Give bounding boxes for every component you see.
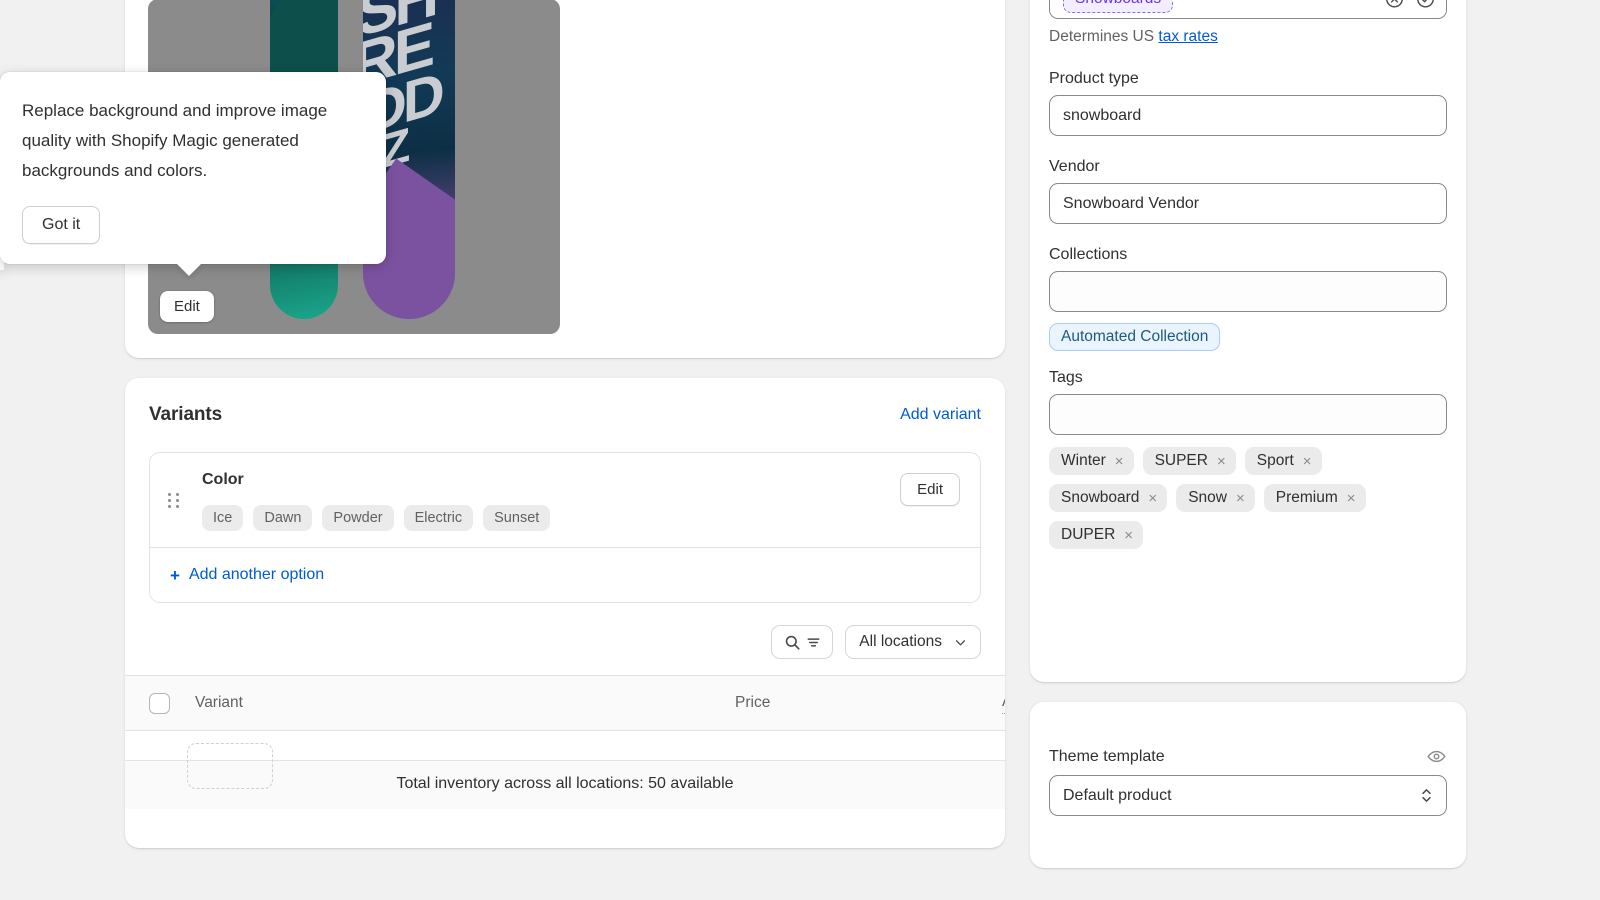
add-another-option-label: Add another option [188, 566, 325, 583]
variants-toolbar: All locations [125, 603, 1005, 675]
select-all-checkbox[interactable] [149, 692, 170, 714]
remove-tag-icon[interactable]: × [1217, 454, 1226, 469]
plus-icon: + [170, 565, 180, 585]
tag-chip[interactable]: Premium × [1263, 484, 1366, 512]
table-row[interactable] [125, 731, 1005, 789]
category-input-actions [1385, 0, 1435, 8]
variant-value-chip[interactable]: Dawn [253, 505, 313, 531]
variant-option-box: Color Ice Dawn Powder Electric Sunset Ed… [149, 452, 981, 603]
theme-template-value: Default product [1063, 786, 1172, 804]
confirm-category-icon[interactable] [1416, 0, 1435, 8]
tag-chip-label: Snow [1188, 489, 1227, 506]
variant-option-main: Color Ice Dawn Powder Electric Sunset [202, 471, 900, 531]
location-filter-label: All locations [859, 633, 942, 650]
organization-card: Snowboards [1030, 0, 1466, 682]
product-type-label: Product type [1049, 70, 1139, 87]
variants-title: Variants [149, 404, 223, 425]
category-helper-text: Determines US tax rates [1049, 28, 1447, 46]
variants-table-header: Variant Price Available [125, 675, 1005, 731]
variant-option-values: Ice Dawn Powder Electric Sunset [202, 505, 900, 531]
edit-option-button[interactable]: Edit [900, 473, 960, 506]
tags-chip-list: Winter × SUPER × Sport × Snowboard × Sno… [1049, 447, 1447, 549]
add-another-option-button[interactable]: + Add another option [150, 548, 980, 602]
vendor-input[interactable]: Snowboard Vendor [1049, 183, 1447, 224]
column-header-variant: Variant [195, 694, 243, 711]
variant-value-chip[interactable]: Electric [403, 505, 474, 531]
filter-icon [806, 635, 821, 650]
tag-chip-label: DUPER [1061, 526, 1116, 543]
collections-label: Collections [1049, 246, 1128, 263]
chevron-updown-icon [1420, 786, 1433, 805]
tag-chip-label: Winter [1061, 452, 1106, 469]
theme-template-label: Theme template [1049, 747, 1165, 765]
remove-tag-icon[interactable]: × [1347, 491, 1356, 506]
variant-option-name: Color [202, 471, 244, 488]
search-and-filter-button[interactable] [771, 625, 834, 659]
variants-header: Variants Add variant [125, 378, 1005, 426]
popover-text: Replace background and improve image qua… [22, 101, 328, 180]
remove-tag-icon[interactable]: × [1115, 454, 1124, 469]
tags-input[interactable] [1049, 394, 1447, 435]
remove-tag-icon[interactable]: × [1148, 491, 1157, 506]
shopify-magic-popover: Replace background and improve image qua… [0, 72, 386, 276]
category-helper-prefix: Determines US [1049, 28, 1159, 45]
variants-card: Variants Add variant Color Ice Dawn Powd… [125, 378, 1005, 848]
collection-chip[interactable]: Automated Collection [1049, 323, 1221, 351]
category-field-group: Snowboards [1030, 0, 1466, 549]
got-it-button[interactable]: Got it [22, 206, 101, 244]
vendor-label: Vendor [1049, 158, 1100, 175]
collections-chips: Automated Collection [1049, 323, 1447, 351]
remove-tag-icon[interactable]: × [1124, 528, 1133, 543]
remove-tag-icon[interactable]: × [1236, 491, 1245, 506]
add-variant-link[interactable]: Add variant [900, 406, 981, 424]
product-type-input[interactable]: snowboard [1049, 95, 1447, 136]
category-input[interactable]: Snowboards [1049, 0, 1447, 19]
collections-field-group: Collections Automated Collection [1049, 246, 1447, 351]
variant-value-chip[interactable]: Ice [202, 505, 244, 531]
variant-option-row: Color Ice Dawn Powder Electric Sunset Ed… [150, 453, 980, 547]
drag-handle-icon[interactable] [168, 493, 186, 531]
tag-chip[interactable]: SUPER × [1142, 447, 1236, 475]
column-header-available[interactable]: Available [1002, 693, 1005, 714]
theme-template-card: Theme template Default product [1030, 702, 1466, 868]
preview-eye-icon[interactable] [1426, 746, 1447, 767]
chevron-down-icon [954, 636, 967, 649]
search-icon [784, 634, 801, 651]
location-filter-select[interactable]: All locations [845, 625, 981, 659]
collections-input[interactable] [1049, 271, 1447, 312]
variant-value-chip[interactable]: Sunset [483, 505, 551, 531]
variant-thumbnail-placeholder [187, 743, 273, 789]
tag-chip[interactable]: DUPER × [1049, 521, 1144, 549]
edit-image-button[interactable]: Edit [160, 291, 214, 322]
tag-chip[interactable]: Sport × [1244, 447, 1322, 475]
popover-tail [176, 263, 202, 276]
variant-value-chip[interactable]: Powder [322, 505, 394, 531]
category-chip[interactable]: Snowboards [1063, 0, 1174, 13]
tag-chip-label: SUPER [1154, 452, 1208, 469]
vendor-field-group: Vendor Snowboard Vendor [1049, 158, 1447, 224]
theme-template-select[interactable]: Default product [1049, 775, 1447, 816]
tag-chip[interactable]: Snowboard × [1049, 484, 1168, 512]
tax-rates-link[interactable]: tax rates [1158, 28, 1217, 45]
remove-tag-icon[interactable]: × [1303, 454, 1312, 469]
tags-label: Tags [1049, 369, 1083, 386]
tag-chip-label: Snowboard [1061, 489, 1140, 506]
theme-template-header: Theme template [1049, 746, 1447, 767]
tag-chip[interactable]: Snow × [1176, 484, 1255, 512]
product-editor-page: SH RE DD Z Edit Add from URL Variants Ad… [0, 0, 1600, 900]
clear-category-icon[interactable] [1385, 0, 1404, 8]
theme-template-group: Theme template Default product [1030, 702, 1466, 816]
column-header-price: Price [735, 694, 771, 711]
tag-chip-label: Sport [1256, 452, 1294, 469]
tag-chip-label: Premium [1275, 489, 1338, 506]
product-type-field-group: Product type snowboard [1049, 70, 1447, 136]
tags-field-group: Tags Winter × SUPER × Sport × Snowboard … [1049, 369, 1447, 549]
tag-chip[interactable]: Winter × [1049, 447, 1134, 475]
